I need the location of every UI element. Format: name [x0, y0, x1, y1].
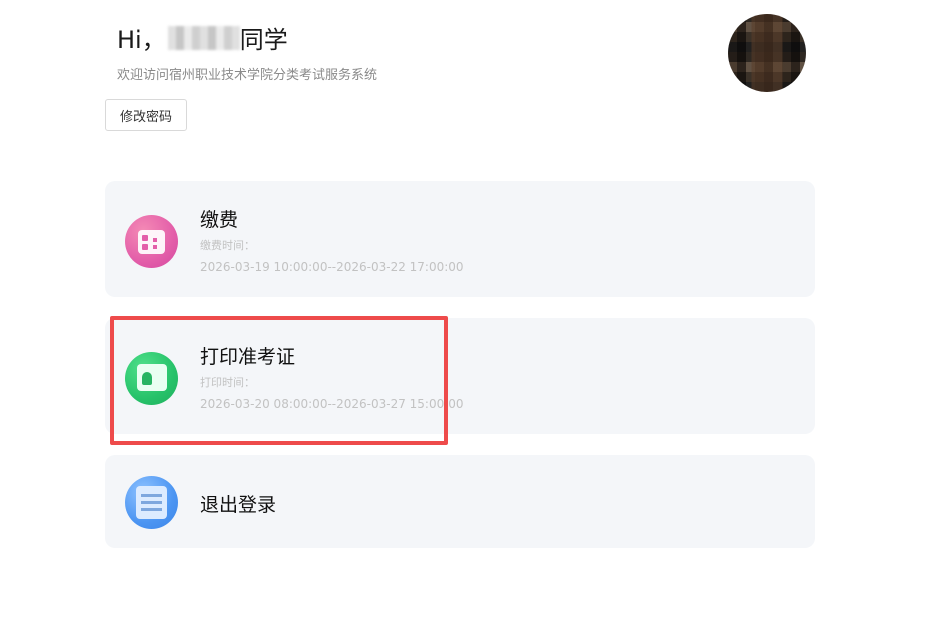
welcome-subtitle: 欢迎访问宿州职业技术学院分类考试服务系统	[117, 68, 378, 83]
document-list-icon	[125, 476, 178, 529]
print-time-label: 打印时间：	[200, 376, 255, 389]
print-admission-title: 打印准考证	[200, 346, 296, 368]
greeting: Hi， 同学	[117, 20, 288, 55]
payment-time-range: 2026-03-19 10:00:00--2026-03-22 17:00:00	[200, 260, 464, 274]
logout-title: 退出登录	[200, 494, 277, 516]
redacted-name	[167, 25, 240, 50]
avatar[interactable]	[728, 14, 806, 92]
greeting-suffix: 同学	[239, 26, 288, 54]
payment-title: 缴费	[200, 209, 239, 231]
change-password-button[interactable]: 修改密码	[105, 99, 187, 131]
logout-card[interactable]: 退出登录	[105, 455, 815, 548]
payment-time-label: 缴费时间：	[200, 239, 255, 252]
payment-card[interactable]: 缴费 缴费时间： 2026-03-19 10:00:00--2026-03-22…	[105, 181, 815, 297]
payment-card-icon	[125, 215, 178, 268]
id-card-icon	[125, 352, 178, 405]
print-admission-card[interactable]: 打印准考证 打印时间： 2026-03-20 08:00:00--2026-03…	[105, 318, 815, 434]
greeting-prefix: Hi，	[117, 26, 166, 54]
print-time-range: 2026-03-20 08:00:00--2026-03-27 15:00:00	[200, 397, 464, 411]
